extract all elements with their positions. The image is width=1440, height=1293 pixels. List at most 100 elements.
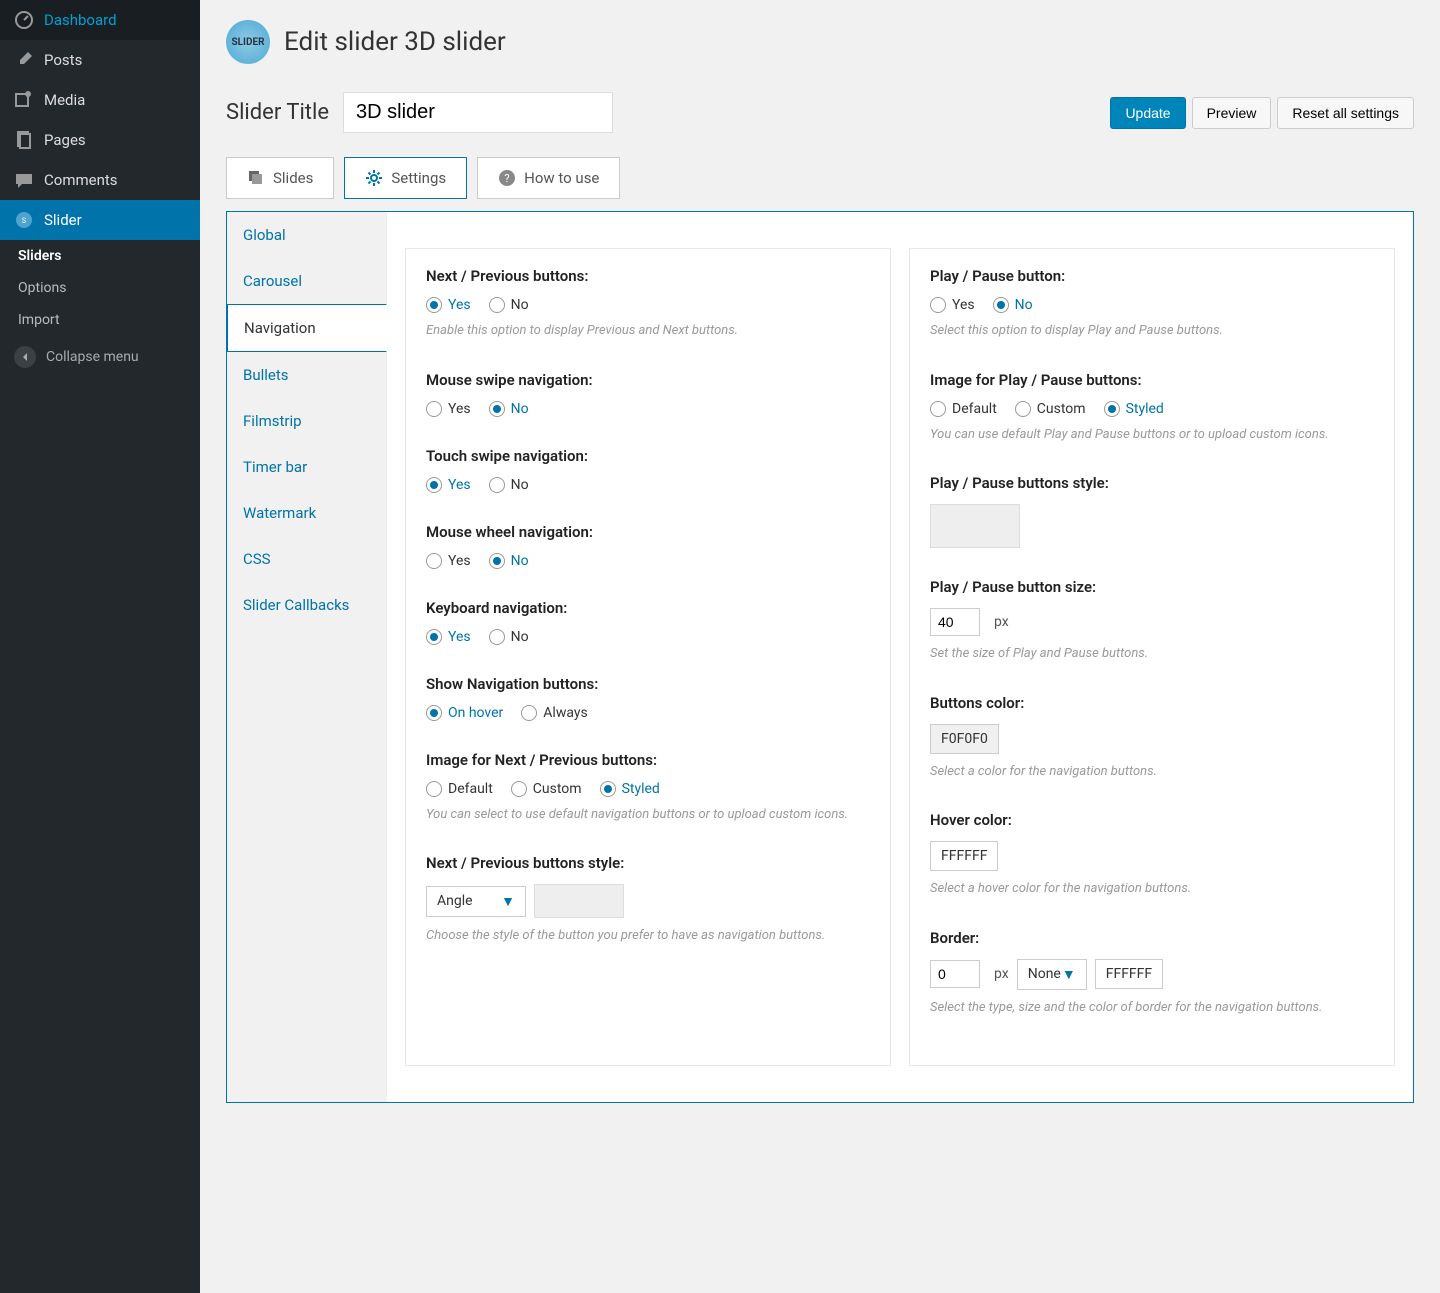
nav-callbacks[interactable]: Slider Callbacks: [227, 582, 386, 628]
field-label: Next / Previous buttons style:: [426, 854, 870, 872]
submenu-options[interactable]: Options: [0, 272, 200, 304]
radio-no[interactable]: No: [489, 629, 529, 645]
stack-icon: [247, 169, 265, 187]
border-size-input[interactable]: [930, 960, 980, 988]
radio-custom[interactable]: Custom: [1015, 401, 1086, 417]
menu-posts[interactable]: Posts: [0, 40, 200, 80]
nav-bullets[interactable]: Bullets: [227, 352, 386, 398]
menu-slider[interactable]: S Slider: [0, 200, 200, 240]
field-image-play: Image for Play / Pause buttons: Default …: [930, 371, 1374, 445]
unit-label: px: [994, 966, 1009, 982]
radio-no[interactable]: No: [489, 401, 529, 417]
menu-media[interactable]: Media: [0, 80, 200, 120]
submenu-import[interactable]: Import: [0, 304, 200, 336]
menu-label: Media: [44, 91, 85, 109]
radio-default[interactable]: Default: [426, 781, 493, 797]
nav-timerbar[interactable]: Timer bar: [227, 444, 386, 490]
field-label: Mouse swipe navigation:: [426, 371, 870, 389]
radio-styled[interactable]: Styled: [1104, 401, 1164, 417]
radio-no[interactable]: No: [489, 553, 529, 569]
tab-label: Slides: [273, 169, 313, 187]
radio-custom[interactable]: Custom: [511, 781, 582, 797]
title-row: Slider Title Update Preview Reset all se…: [226, 92, 1414, 133]
radio-yes[interactable]: Yes: [426, 553, 471, 569]
field-buttons-color: Buttons color: F0F0F0 Select a color for…: [930, 694, 1374, 782]
radio-yes[interactable]: Yes: [930, 297, 975, 313]
field-next-prev: Next / Previous buttons: Yes No Enable t…: [426, 267, 870, 341]
collapse-menu[interactable]: Collapse menu: [0, 336, 200, 378]
radio-no[interactable]: No: [489, 297, 529, 313]
field-hover-color: Hover color: FFFFFF Select a hover color…: [930, 811, 1374, 899]
slider-title-label: Slider Title: [226, 100, 329, 125]
help-text: Select the type, size and the color of b…: [930, 998, 1374, 1018]
settings-content: Global Carousel Navigation Bullets Films…: [226, 211, 1414, 1103]
radio-yes[interactable]: Yes: [426, 401, 471, 417]
nav-navigation[interactable]: Navigation: [227, 304, 387, 352]
admin-sidebar: Dashboard Posts Media Pages Comments S S…: [0, 0, 200, 1293]
media-icon: [14, 90, 34, 110]
field-label: Hover color:: [930, 811, 1374, 829]
nav-css[interactable]: CSS: [227, 536, 386, 582]
help-icon: ?: [498, 169, 516, 187]
nav-global[interactable]: Global: [227, 212, 386, 258]
submenu-sliders[interactable]: Sliders: [0, 240, 200, 272]
settings-nav: Global Carousel Navigation Bullets Films…: [227, 212, 387, 1102]
main-content: SLIDER Edit slider 3D slider Slider Titl…: [200, 0, 1440, 1293]
help-text: Select this option to display Play and P…: [930, 321, 1374, 341]
field-label: Image for Play / Pause buttons:: [930, 371, 1374, 389]
chevron-down-icon: ▼: [1062, 966, 1076, 983]
help-text: Choose the style of the button you prefe…: [426, 926, 870, 946]
tab-howto[interactable]: ? How to use: [477, 157, 620, 199]
menu-dashboard[interactable]: Dashboard: [0, 0, 200, 40]
radio-no[interactable]: No: [993, 297, 1033, 313]
update-button[interactable]: Update: [1110, 97, 1185, 129]
nav-carousel[interactable]: Carousel: [227, 258, 386, 304]
tab-settings[interactable]: Settings: [344, 157, 467, 199]
nav-filmstrip[interactable]: Filmstrip: [227, 398, 386, 444]
radio-on-hover[interactable]: On hover: [426, 705, 503, 721]
border-style-select[interactable]: None ▼: [1017, 959, 1087, 990]
slider-title-input[interactable]: [343, 92, 613, 133]
field-label: Image for Next / Previous buttons:: [426, 751, 870, 769]
radio-default[interactable]: Default: [930, 401, 997, 417]
menu-label: Slider: [44, 211, 82, 229]
style-preview: [534, 884, 624, 918]
help-text: You can select to use default navigation…: [426, 805, 870, 825]
radio-yes[interactable]: Yes: [426, 629, 471, 645]
play-size-input[interactable]: [930, 608, 980, 636]
slider-icon: S: [14, 210, 34, 230]
radio-yes[interactable]: Yes: [426, 477, 471, 493]
field-image-nav: Image for Next / Previous buttons: Defau…: [426, 751, 870, 825]
unit-label: px: [994, 614, 1009, 630]
tabs: Slides Settings ? How to use: [226, 157, 1414, 199]
reset-button[interactable]: Reset all settings: [1277, 97, 1414, 129]
field-play-size: Play / Pause button size: px Set the siz…: [930, 578, 1374, 664]
field-label: Show Navigation buttons:: [426, 675, 870, 693]
menu-pages[interactable]: Pages: [0, 120, 200, 160]
field-label: Buttons color:: [930, 694, 1374, 712]
menu-comments[interactable]: Comments: [0, 160, 200, 200]
border-color-input[interactable]: FFFFFF: [1095, 959, 1163, 989]
buttons-color-input[interactable]: F0F0F0: [930, 724, 999, 754]
hover-color-input[interactable]: FFFFFF: [930, 841, 998, 871]
menu-label: Pages: [44, 131, 86, 149]
settings-panel: Next / Previous buttons: Yes No Enable t…: [387, 212, 1413, 1102]
field-label: Border:: [930, 929, 1374, 947]
preview-button[interactable]: Preview: [1192, 97, 1272, 129]
style-select[interactable]: Angle ▼: [426, 886, 526, 917]
menu-label: Dashboard: [44, 11, 117, 29]
pages-icon: [14, 130, 34, 150]
radio-no[interactable]: No: [489, 477, 529, 493]
field-touch-swipe: Touch swipe navigation: Yes No: [426, 447, 870, 493]
field-keyboard: Keyboard navigation: Yes No: [426, 599, 870, 645]
tab-slides[interactable]: Slides: [226, 157, 334, 199]
radio-styled[interactable]: Styled: [600, 781, 660, 797]
slider-logo: SLIDER: [226, 20, 270, 64]
chevron-down-icon: ▼: [501, 893, 515, 910]
tab-label: How to use: [524, 169, 599, 187]
nav-watermark[interactable]: Watermark: [227, 490, 386, 536]
help-text: Enable this option to display Previous a…: [426, 321, 870, 341]
help-text: Select a hover color for the navigation …: [930, 879, 1374, 899]
radio-yes[interactable]: Yes: [426, 297, 471, 313]
radio-always[interactable]: Always: [521, 705, 587, 721]
